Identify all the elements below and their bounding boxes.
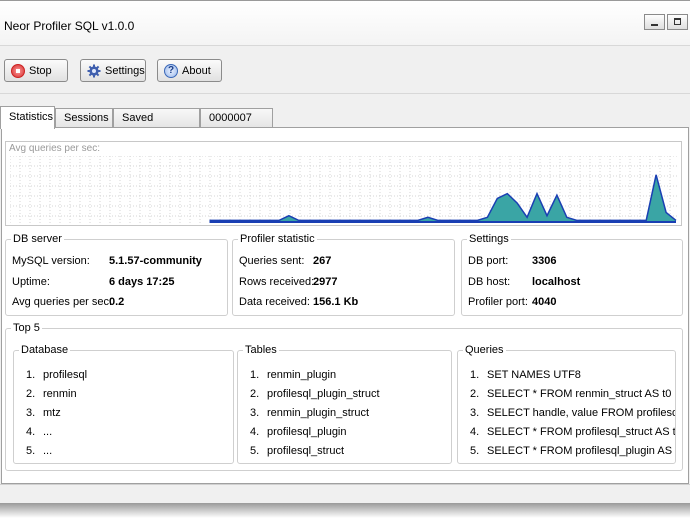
list-item: 1. renmin_plugin — [250, 369, 337, 381]
list-item: 2. renmin — [26, 388, 77, 400]
help-icon: ? — [164, 63, 178, 78]
window-title: Neor Profiler SQL v1.0.0 — [4, 19, 135, 33]
field-label: Profiler port: — [468, 296, 528, 308]
list-item: 5. SELECT * FROM profilesql_plugin AS t..… — [470, 445, 675, 457]
field-value: 3306 — [532, 255, 557, 267]
list-item: 4. SELECT * FROM profilesql_struct AS t..… — [470, 426, 675, 438]
tab-label: Statistics — [9, 111, 54, 123]
field-label: DB port: — [468, 255, 509, 267]
field-value: 156.1 Kb — [313, 296, 359, 308]
profiler-statistic-group: Profiler statistic Queries sent: 267 Row… — [232, 233, 455, 316]
top-tables-title: Tables — [243, 344, 279, 356]
queries-chart: Avg queries per sec: — [5, 141, 682, 226]
stop-icon — [11, 63, 25, 78]
list-item: 1. SET NAMES UTF8 — [470, 369, 581, 381]
field-label: Data received: — [239, 296, 310, 308]
field-value: 5.1.57-community — [109, 255, 202, 267]
top-databases-title: Database — [19, 344, 71, 356]
database-list: 1. profilesql 2. renmin 3. mtz 4.... 5.... — [26, 369, 87, 464]
db-server-title: DB server — [11, 233, 64, 245]
top-queries-title: Queries — [463, 344, 506, 356]
tab-statistics[interactable]: Statistics — [0, 106, 55, 129]
field-value: 267 — [313, 255, 332, 267]
list-item: 3. renmin_plugin_struct — [250, 407, 370, 419]
field-value: 6 days 17:25 — [109, 276, 175, 288]
tab-session-0000007[interactable]: 0000007× — [200, 108, 273, 144]
top5-group: Top 5 Database 1. profilesql 2. renmin 3. m… — [5, 322, 683, 471]
queries-list: 1. SET NAMES UTF8 2. SELECT * FROM renmin_… — [470, 369, 675, 464]
settings-title: Settings — [467, 233, 511, 245]
status-bar — [0, 484, 690, 505]
about-button-label: About — [182, 64, 211, 77]
window-shadow — [0, 503, 690, 518]
field-label: MySQL version: — [12, 255, 90, 267]
settings-button-label: Settings — [105, 64, 145, 77]
field-label: Rows received: — [239, 276, 315, 288]
list-item: 4.... — [26, 426, 53, 438]
field-value: 4040 — [532, 296, 557, 308]
list-item: 4. profilesql_plugin — [250, 426, 347, 438]
minimize-button[interactable] — [644, 14, 665, 30]
chart-title: Avg queries per sec: — [9, 143, 100, 154]
top-queries-group: Queries 1. SET NAMES UTF8 2. SELECT * FROM… — [457, 344, 676, 464]
about-button[interactable]: ? About — [157, 59, 222, 82]
chart-grid — [10, 156, 677, 223]
list-item: 2. profilesql_plugin_struct — [250, 388, 380, 400]
tab-label: 0000007 — [209, 112, 252, 124]
window-controls — [642, 14, 688, 30]
settings-group: Settings DB port: 3306 DB host: localhos… — [461, 233, 683, 316]
tab-sessions[interactable]: Sessions — [55, 108, 113, 128]
stop-button[interactable]: Stop — [4, 59, 68, 82]
field-value: 0.2 — [109, 296, 125, 308]
top5-title: Top 5 — [11, 322, 42, 334]
list-item: 3. SELECT handle, value FROM profilesql..… — [470, 407, 675, 419]
top-databases-group: Database 1. profilesql 2. renmin 3. mtz 4..… — [13, 344, 234, 464]
field-value: 2977 — [313, 276, 338, 288]
chart-area-fill — [209, 174, 676, 222]
title-bar: Neor Profiler SQL v1.0.0 — [0, 1, 690, 45]
list-item: 5.... — [26, 445, 53, 457]
tab-saved-sessions[interactable]: Saved sessions — [113, 108, 200, 143]
list-item: 2. SELECT * FROM renmin_struct AS t0 ... — [470, 388, 675, 400]
field-label: Avg queries per sec: — [12, 296, 113, 308]
chart-series-line — [209, 174, 677, 222]
field-value: localhost — [532, 276, 581, 288]
field-label: Uptime: — [12, 276, 50, 288]
field-label: DB host: — [468, 276, 511, 288]
maximize-button[interactable] — [667, 14, 688, 30]
db-server-group: DB server MySQL version: 5.1.57-communit… — [5, 233, 228, 316]
stop-button-label: Stop — [29, 64, 52, 77]
gear-icon — [87, 64, 101, 78]
field-label: Queries sent: — [239, 255, 305, 267]
list-item: 3. mtz — [26, 407, 61, 419]
tables-list: 1. renmin_plugin 2. profilesql_plugin_stru… — [250, 369, 380, 464]
profiler-statistic-title: Profiler statistic — [238, 233, 317, 245]
list-item: 1. profilesql — [26, 369, 88, 381]
tab-bar: Statistics Sessions Saved sessions 00000… — [0, 106, 690, 144]
list-item: 5. profilesql_struct — [250, 445, 345, 457]
top-tables-group: Tables 1. renmin_plugin 2. profilesql_plug… — [237, 344, 452, 464]
settings-button[interactable]: Settings — [80, 59, 146, 82]
tab-label: Sessions — [64, 112, 109, 124]
chart-plot — [10, 156, 677, 223]
toolbar: Stop Settings ? About — [0, 45, 690, 94]
app-window: Neor Profiler SQL v1.0.0 Stop Settings ?… — [0, 0, 690, 505]
